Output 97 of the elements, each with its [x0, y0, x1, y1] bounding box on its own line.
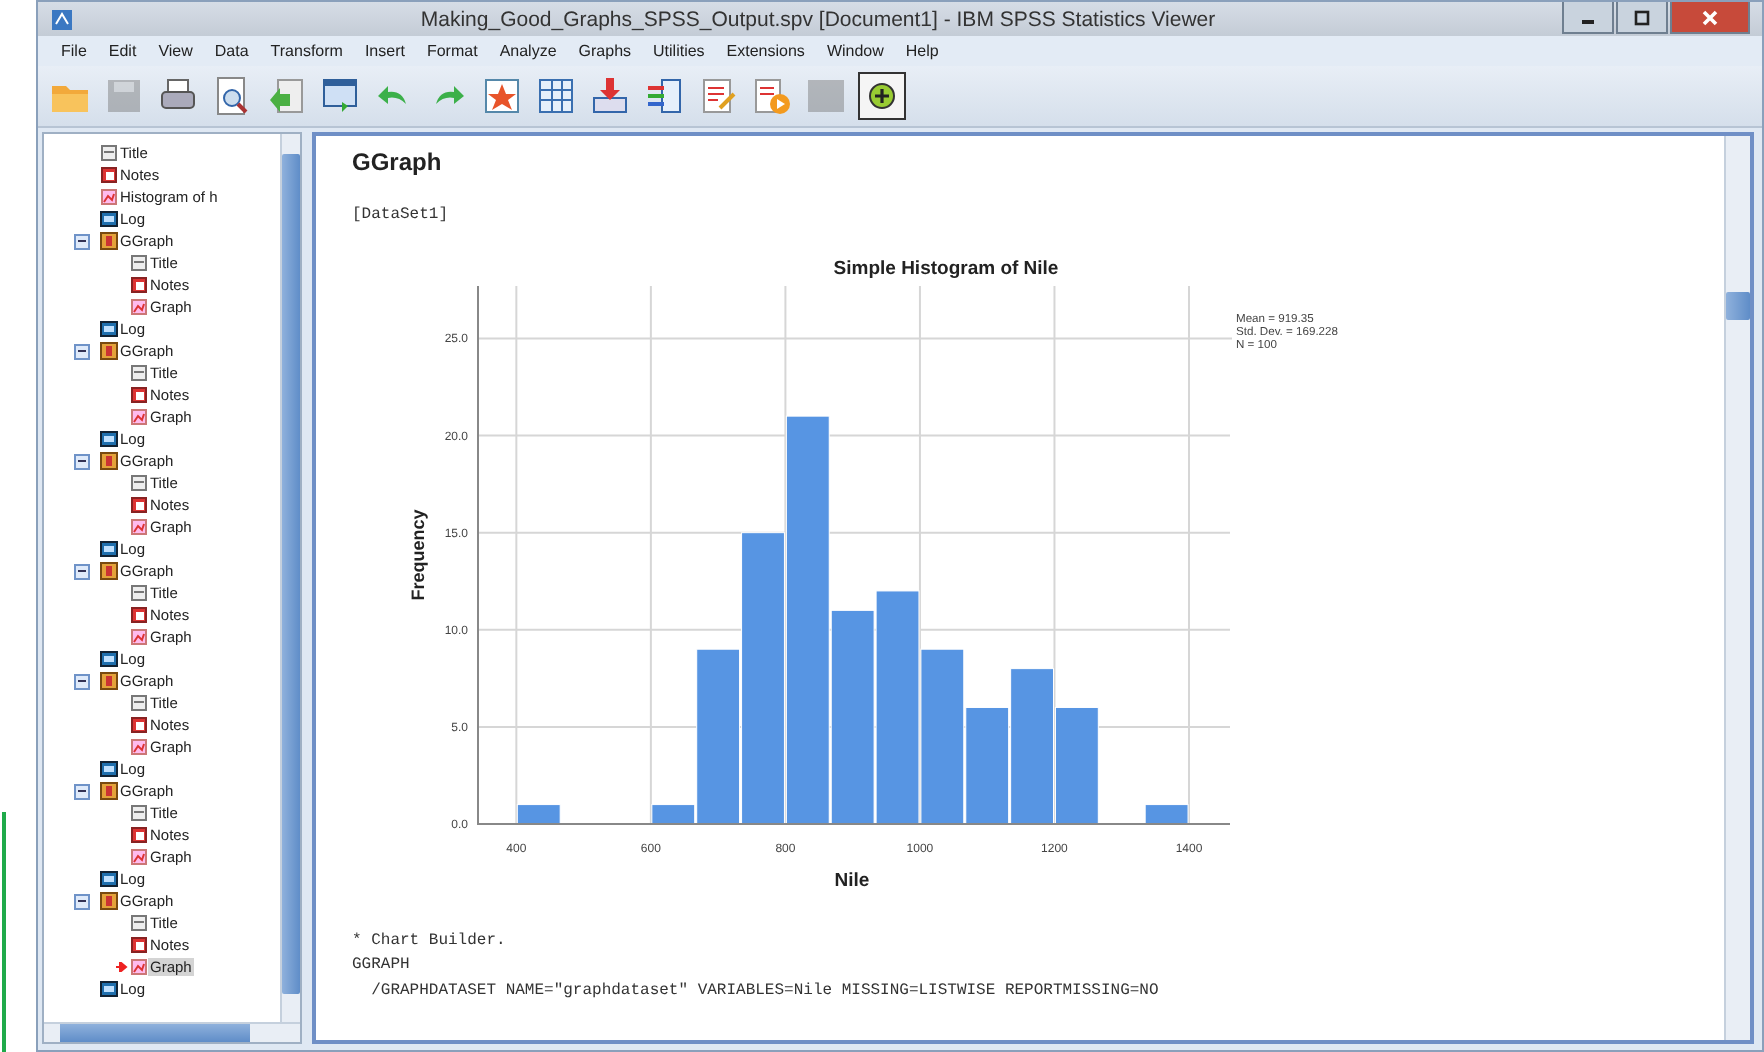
star-grid-icon[interactable] [482, 76, 522, 116]
download-grid-icon[interactable] [590, 76, 630, 116]
menu-item[interactable]: Window [815, 42, 895, 60]
maximize-button[interactable] [1616, 2, 1668, 34]
app-icon [50, 7, 74, 31]
graph-icon [130, 738, 148, 756]
graph-icon [130, 848, 148, 866]
minus-icon [78, 900, 86, 902]
notes-icon [130, 606, 148, 624]
horizontal-scrollbar[interactable] [44, 1022, 300, 1042]
minus-icon [78, 240, 86, 242]
log-icon [100, 540, 118, 558]
log-icon [100, 870, 118, 888]
collapse-toggle[interactable] [74, 453, 90, 469]
title-icon [100, 144, 118, 162]
graph-icon [130, 628, 148, 646]
histogram-bar [1144, 803, 1189, 824]
document-pen-icon[interactable] [698, 76, 738, 116]
columns-icon[interactable] [644, 76, 684, 116]
vertical-scrollbar[interactable] [1724, 136, 1750, 1040]
ggraph-icon [100, 892, 118, 910]
x-axis-title: Nile [834, 869, 870, 891]
minus-icon [78, 460, 86, 462]
graph-icon [130, 408, 148, 426]
minus-icon [78, 790, 86, 792]
window-title: Making_Good_Graphs_SPSS_Output.spv [Document1] - IBM SPSS Statistics Viewer [418, 7, 1218, 31]
notes-icon [130, 386, 148, 404]
syntax-line: /GRAPHDATASET NAME="graphdataset" VARIABLES=Nile MISSING=LISTWISE REPORTMISSING=NO [369, 979, 1161, 1003]
title-icon [130, 474, 148, 492]
histogram-bar [516, 803, 561, 824]
collapse-toggle[interactable] [74, 563, 90, 579]
menu-item[interactable]: Help [894, 42, 950, 60]
ggraph-icon [100, 342, 118, 360]
menu-item[interactable]: File [50, 42, 98, 60]
ggraph-icon [100, 232, 118, 250]
graph-icon [100, 188, 118, 206]
notes-icon [130, 276, 148, 294]
title-icon [130, 694, 148, 712]
selection-arrow-icon [116, 962, 128, 972]
notes-icon [130, 936, 148, 954]
document-play-icon[interactable] [752, 76, 792, 116]
ggraph-icon [100, 452, 118, 470]
log-icon [100, 320, 118, 338]
collapse-toggle[interactable] [74, 673, 90, 689]
output-heading: GGraph [352, 148, 444, 176]
title-icon [130, 584, 148, 602]
collapse-toggle[interactable] [74, 893, 90, 909]
notes-icon [130, 826, 148, 844]
log-icon [100, 760, 118, 778]
graph-icon [130, 298, 148, 316]
menu-item[interactable]: Data [203, 42, 260, 60]
menu-item[interactable]: View [147, 42, 204, 60]
title-icon [130, 804, 148, 822]
graph-icon [130, 518, 148, 536]
collapse-toggle[interactable] [74, 233, 90, 249]
log-icon [100, 650, 118, 668]
minus-icon [78, 350, 86, 352]
chart-title: Simple Histogram of Nile [833, 257, 1059, 279]
ggraph-icon [100, 562, 118, 580]
dataset-label: [DataSet1] [352, 204, 451, 228]
maximize-icon [1634, 9, 1650, 25]
menu-item[interactable]: Utilities [642, 42, 716, 60]
title-icon [130, 914, 148, 932]
menu-item[interactable]: Edit [97, 42, 148, 60]
syntax-line: * Chart Builder. [352, 929, 508, 953]
minimize-button[interactable] [1562, 2, 1614, 34]
close-button[interactable] [1670, 2, 1750, 34]
y-axis-title: Frequency [408, 508, 428, 600]
title-icon [130, 364, 148, 382]
menu-item[interactable]: Extensions [715, 42, 816, 60]
minus-icon [78, 570, 86, 572]
collapse-toggle[interactable] [74, 343, 90, 359]
vertical-scrollbar[interactable] [280, 134, 300, 1022]
window-arrow-icon[interactable] [320, 76, 360, 116]
log-icon [100, 430, 118, 448]
menu-item[interactable]: Graphs [567, 42, 643, 60]
log-icon [100, 210, 118, 228]
notes-icon [130, 496, 148, 514]
collapse-toggle[interactable] [74, 783, 90, 799]
grid-icon[interactable] [536, 76, 576, 116]
menu-item[interactable]: Insert [353, 42, 416, 60]
plus-circle-icon[interactable] [866, 80, 898, 112]
log-icon [100, 980, 118, 998]
notes-icon [130, 716, 148, 734]
syntax-line: GGRAPH [352, 954, 412, 978]
ggraph-icon [100, 672, 118, 690]
magnifier-icon[interactable] [212, 76, 252, 116]
notes-icon [100, 166, 118, 184]
title-icon [130, 254, 148, 272]
menu-item[interactable]: Format [415, 42, 489, 60]
menu-item[interactable]: Analyze [488, 42, 568, 60]
ggraph-icon [100, 782, 118, 800]
graph-icon [130, 958, 148, 976]
histogram-bar [1054, 705, 1099, 824]
menu-item[interactable]: Transform [259, 42, 354, 60]
minus-icon [78, 680, 86, 682]
close-icon [1702, 9, 1718, 25]
